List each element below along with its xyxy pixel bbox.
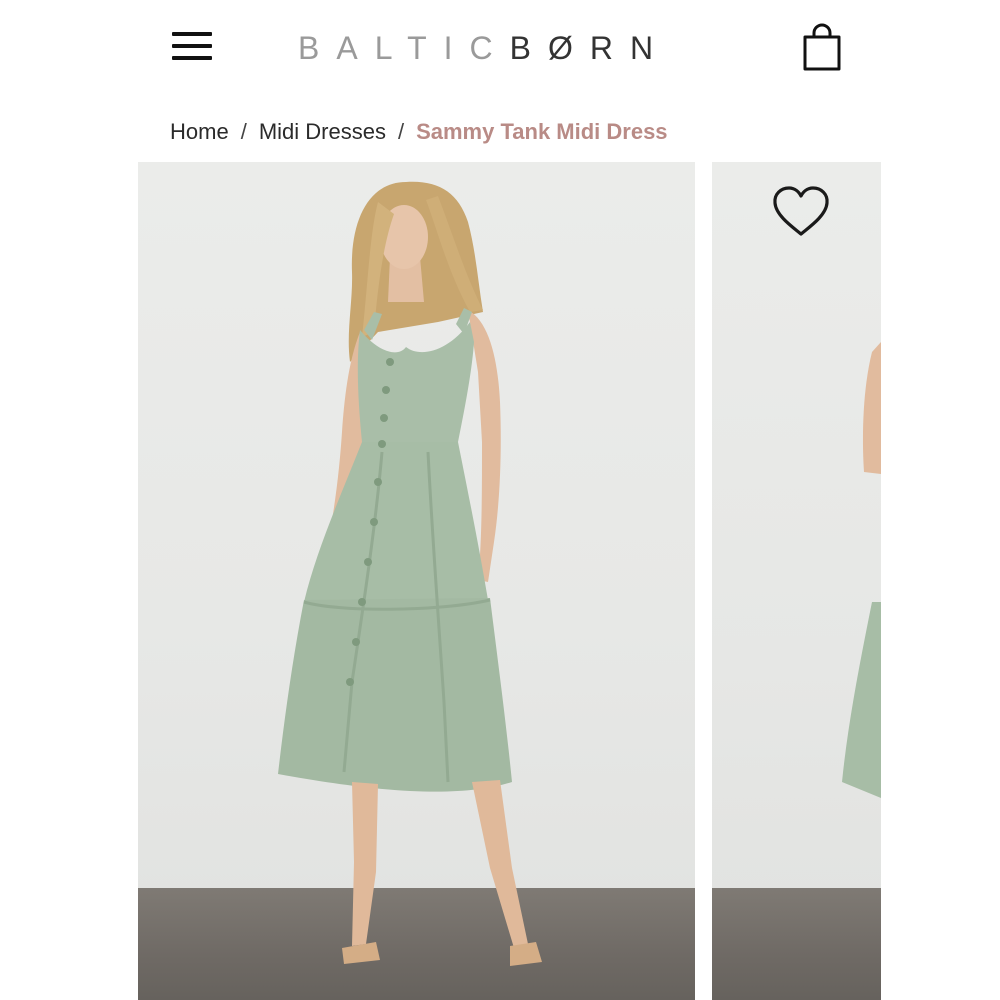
brand-logo[interactable]: BALTICBØRN — [298, 28, 670, 68]
site-header: BALTICBØRN — [0, 0, 1000, 95]
logo-text-dark: BØRN — [509, 30, 671, 66]
breadcrumb: Home / Midi Dresses / Sammy Tank Midi Dress — [170, 116, 668, 148]
breadcrumb-separator: / — [240, 119, 247, 144]
breadcrumb-home-link[interactable]: Home — [170, 119, 229, 144]
hamburger-menu-icon[interactable] — [168, 28, 214, 64]
shopping-bag-icon[interactable] — [798, 22, 846, 74]
breadcrumb-separator: / — [397, 119, 405, 144]
product-image-gallery[interactable] — [138, 162, 881, 1000]
product-photo-secondary[interactable] — [712, 162, 881, 1000]
product-photo-main[interactable] — [138, 162, 695, 1000]
heart-outline-icon[interactable] — [770, 184, 832, 240]
breadcrumb-current-page: Sammy Tank Midi Dress — [416, 119, 668, 144]
breadcrumb-midi-dresses-link[interactable]: Midi Dresses — [259, 119, 386, 144]
logo-text-light: BALTIC — [298, 30, 510, 66]
